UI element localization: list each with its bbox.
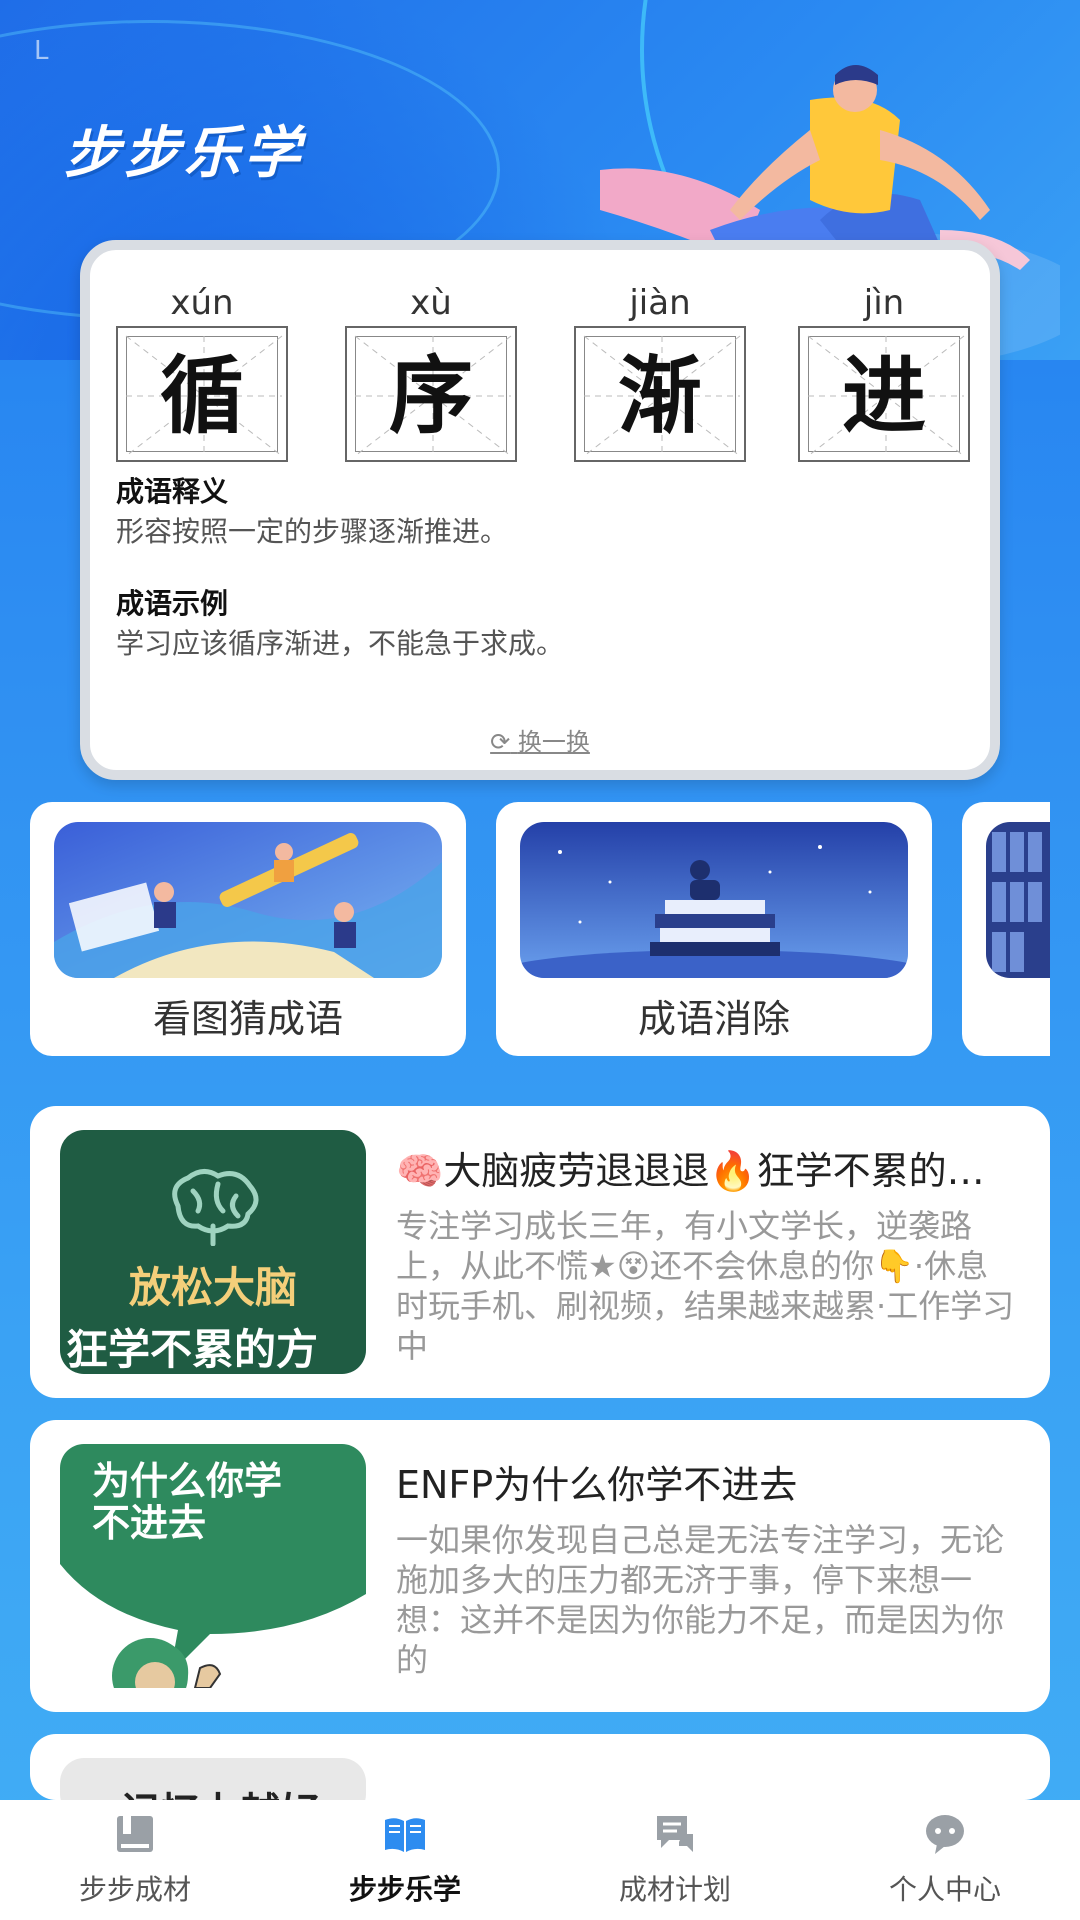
meaning-title: 成语释义 bbox=[116, 475, 229, 508]
tab-label: 步步成材 bbox=[78, 1873, 191, 1906]
status-indicator: L bbox=[34, 36, 49, 66]
article-thumbnail: 为什么你学 不进去 bbox=[60, 1444, 366, 1688]
article-thumbnail: 记忆力越好 bbox=[60, 1758, 366, 1800]
app-title: 步步乐学 bbox=[64, 121, 304, 186]
idiom-char-cell: xù 序 bbox=[345, 280, 517, 462]
hanzi-character: 序 bbox=[388, 347, 473, 445]
idiom-card: xún 循 xù 序 jiàn 渐 jìn 进 成语释义 形容按照一定的步骤逐渐… bbox=[80, 240, 1000, 780]
idiom-char-cell: xún 循 bbox=[116, 280, 288, 462]
pinyin-label: xún bbox=[170, 283, 234, 323]
game-label: 看图猜成语 bbox=[152, 997, 343, 1041]
tian-grid-box: 进 bbox=[798, 326, 970, 462]
idiom-char-cell: jìn 进 bbox=[798, 280, 970, 462]
tab-growth[interactable]: 步步成材 bbox=[0, 1800, 270, 1920]
hanzi-character: 进 bbox=[841, 347, 926, 445]
game-label: 成语消除 bbox=[637, 997, 790, 1041]
tab-learn[interactable]: 步步乐学 bbox=[270, 1800, 540, 1920]
article-summary: 一如果你发现自己总是无法专注学习，无论施加多大的压力都无济于事，停下来想一想：这… bbox=[396, 1521, 1005, 1679]
idiom-characters: xún 循 xù 序 jiàn 渐 jìn 进 bbox=[116, 280, 976, 462]
book-open-icon bbox=[385, 1818, 425, 1852]
refresh-icon: ⟳ bbox=[490, 728, 511, 756]
book-closed-icon bbox=[117, 1816, 153, 1852]
example-title: 成语示例 bbox=[116, 587, 229, 620]
article-card[interactable]: 为什么你学 不进去 ENFP为什么你学不进去 一如果你发现自己总是无法专注学习，… bbox=[30, 1420, 1050, 1712]
tab-profile[interactable]: 个人中心 bbox=[810, 1800, 1080, 1920]
plan-chat-icon bbox=[657, 1816, 693, 1852]
thumb-subline: 不进去 bbox=[92, 1501, 207, 1545]
tab-label: 个人中心 bbox=[888, 1873, 1001, 1906]
article-title: 🧠大脑疲劳退退退🔥狂学不累的方法 bbox=[396, 1149, 1016, 1193]
tian-grid-box: 序 bbox=[345, 326, 517, 462]
tian-grid-box: 循 bbox=[116, 326, 288, 462]
brain-icon bbox=[172, 1169, 259, 1246]
article-summary: 专注学习成长三年，有小文学长，逆袭路上，从此不慌★😵还不会休息的你👇·休息时玩手… bbox=[396, 1207, 1015, 1365]
game-card-picture-guess[interactable]: 看图猜成语 bbox=[30, 802, 466, 1056]
refresh-label: 换一换 bbox=[517, 728, 590, 756]
pinyin-label: xù bbox=[410, 283, 452, 323]
game-card-library[interactable] bbox=[962, 802, 1050, 1056]
tab-label: 步步乐学 bbox=[348, 1873, 461, 1906]
hanzi-character: 渐 bbox=[617, 347, 702, 445]
refresh-button[interactable]: ⟳ 换一换 bbox=[90, 722, 990, 757]
tab-label: 成材计划 bbox=[618, 1873, 731, 1906]
idiom-char-cell: jiàn 渐 bbox=[574, 280, 746, 462]
pinyin-label: jìn bbox=[863, 283, 905, 323]
game-card-elimination[interactable]: 成语消除 bbox=[496, 802, 932, 1056]
bottom-tab-bar: 步步成材 步步乐学 成材计划 个人中心 bbox=[0, 1800, 1080, 1920]
pencil-flight-illustration bbox=[54, 822, 442, 978]
pinyin-label: jiàn bbox=[629, 283, 691, 323]
chat-bubble-icon bbox=[926, 1815, 964, 1854]
article-card[interactable]: 放松大脑 狂学不累的方 🧠大脑疲劳退退退🔥狂学不累的方法 专注学习成长三年，有小… bbox=[30, 1106, 1050, 1398]
article-card[interactable]: 记忆力越好 bbox=[30, 1734, 1050, 1800]
thumb-headline: 记忆力越好 bbox=[120, 1780, 320, 1800]
thumb-subline: 狂学不累的方 bbox=[66, 1325, 319, 1374]
thumb-headline: 放松大脑 bbox=[128, 1263, 297, 1312]
meaning-text: 形容按照一定的步骤逐渐推进。 bbox=[116, 515, 509, 548]
tab-plan[interactable]: 成材计划 bbox=[540, 1800, 810, 1920]
article-title: ENFP为什么你学不进去 bbox=[396, 1463, 798, 1507]
hanzi-character: 循 bbox=[159, 347, 244, 445]
game-carousel[interactable]: 看图猜成语 成语消除 bbox=[30, 802, 1050, 1056]
tian-grid-box: 渐 bbox=[574, 326, 746, 462]
book-stack-night-illustration bbox=[520, 822, 908, 978]
example-text: 学习应该循序渐进，不能急于求成。 bbox=[116, 627, 565, 660]
library-shelf-illustration bbox=[986, 822, 1050, 978]
article-thumbnail: 放松大脑 狂学不累的方 bbox=[60, 1130, 366, 1374]
